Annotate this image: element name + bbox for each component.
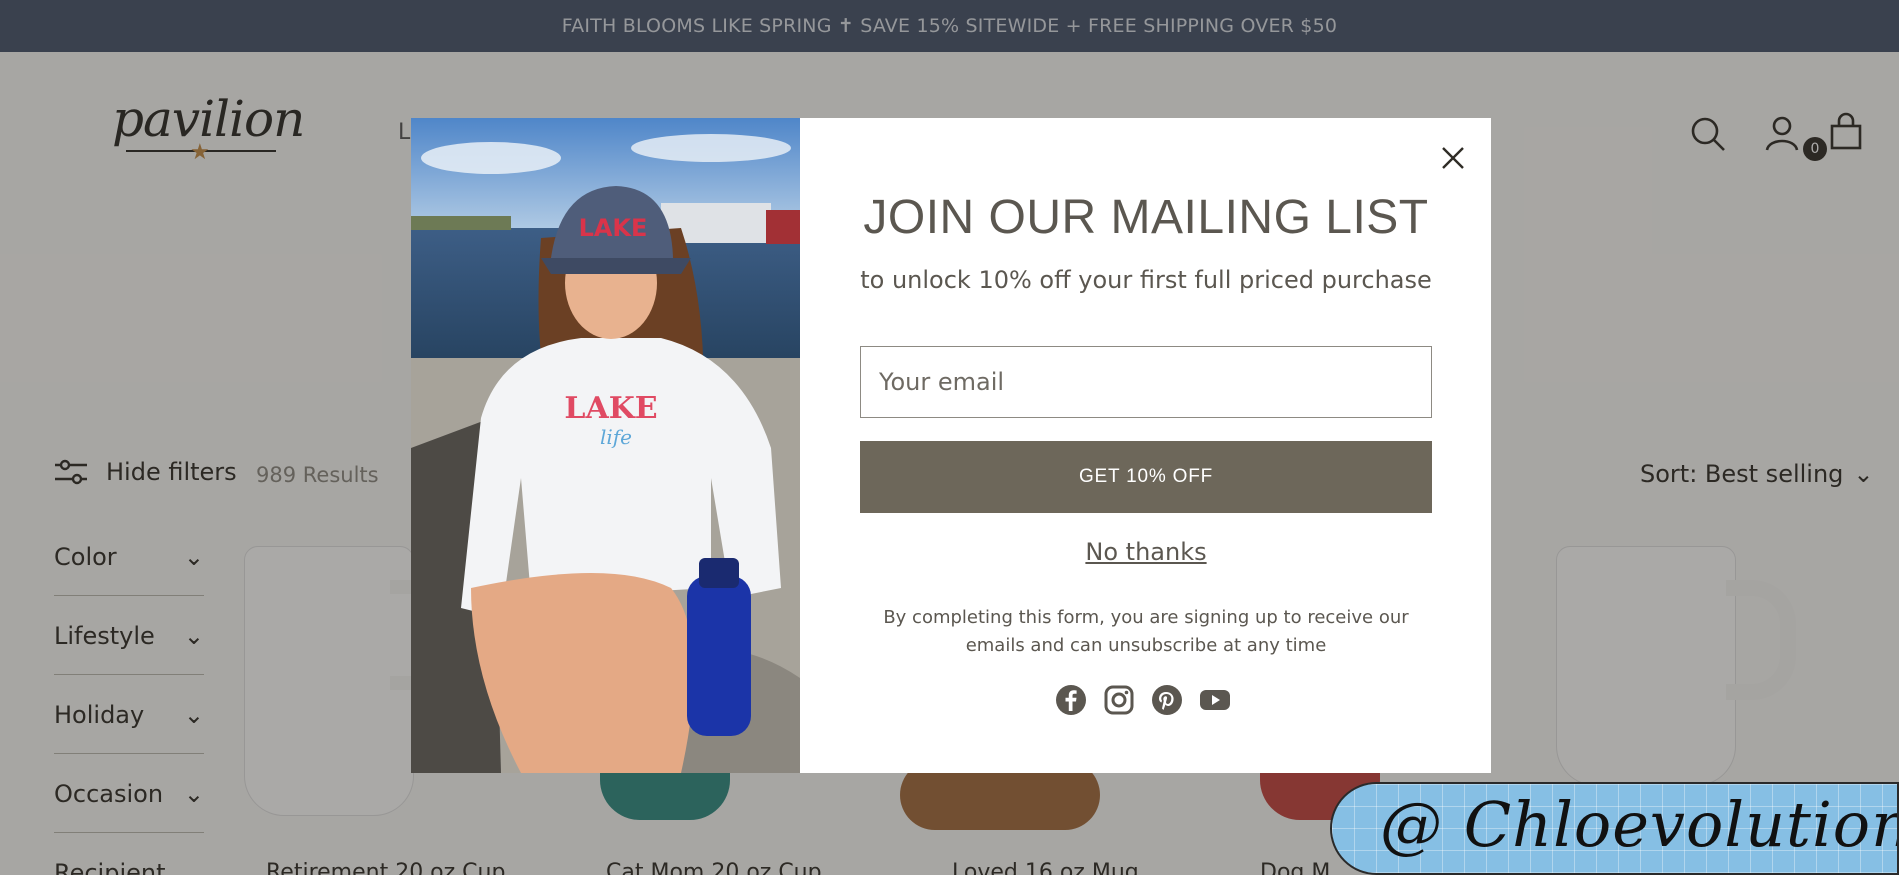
cap-text: LAKE (579, 214, 648, 242)
watermark-text: @ Chloevolution (1380, 788, 1899, 861)
email-input[interactable] (860, 346, 1432, 418)
social-links (1055, 684, 1231, 716)
no-thanks-link[interactable]: No thanks (851, 538, 1441, 566)
promo-photo: LAKE LAKE life (411, 118, 800, 773)
newsletter-modal: LAKE LAKE life JOIN OUR MAILING LIST to … (411, 118, 1491, 773)
instagram-icon[interactable] (1103, 684, 1135, 716)
watermark: @ Chloevolution (1330, 782, 1899, 875)
modal-subtitle: to unlock 10% off your first full priced… (860, 266, 1432, 294)
get-discount-button[interactable]: GET 10% OFF (860, 441, 1432, 513)
disclaimer-text: By completing this form, you are signing… (883, 607, 1409, 656)
shirt-script: life (600, 425, 632, 449)
facebook-icon[interactable] (1055, 684, 1087, 716)
close-icon[interactable] (1431, 136, 1475, 180)
modal-title: JOIN OUR MAILING LIST (863, 191, 1429, 244)
youtube-icon[interactable] (1199, 684, 1231, 716)
shirt-text: LAKE (564, 391, 657, 426)
pinterest-icon[interactable] (1151, 684, 1183, 716)
